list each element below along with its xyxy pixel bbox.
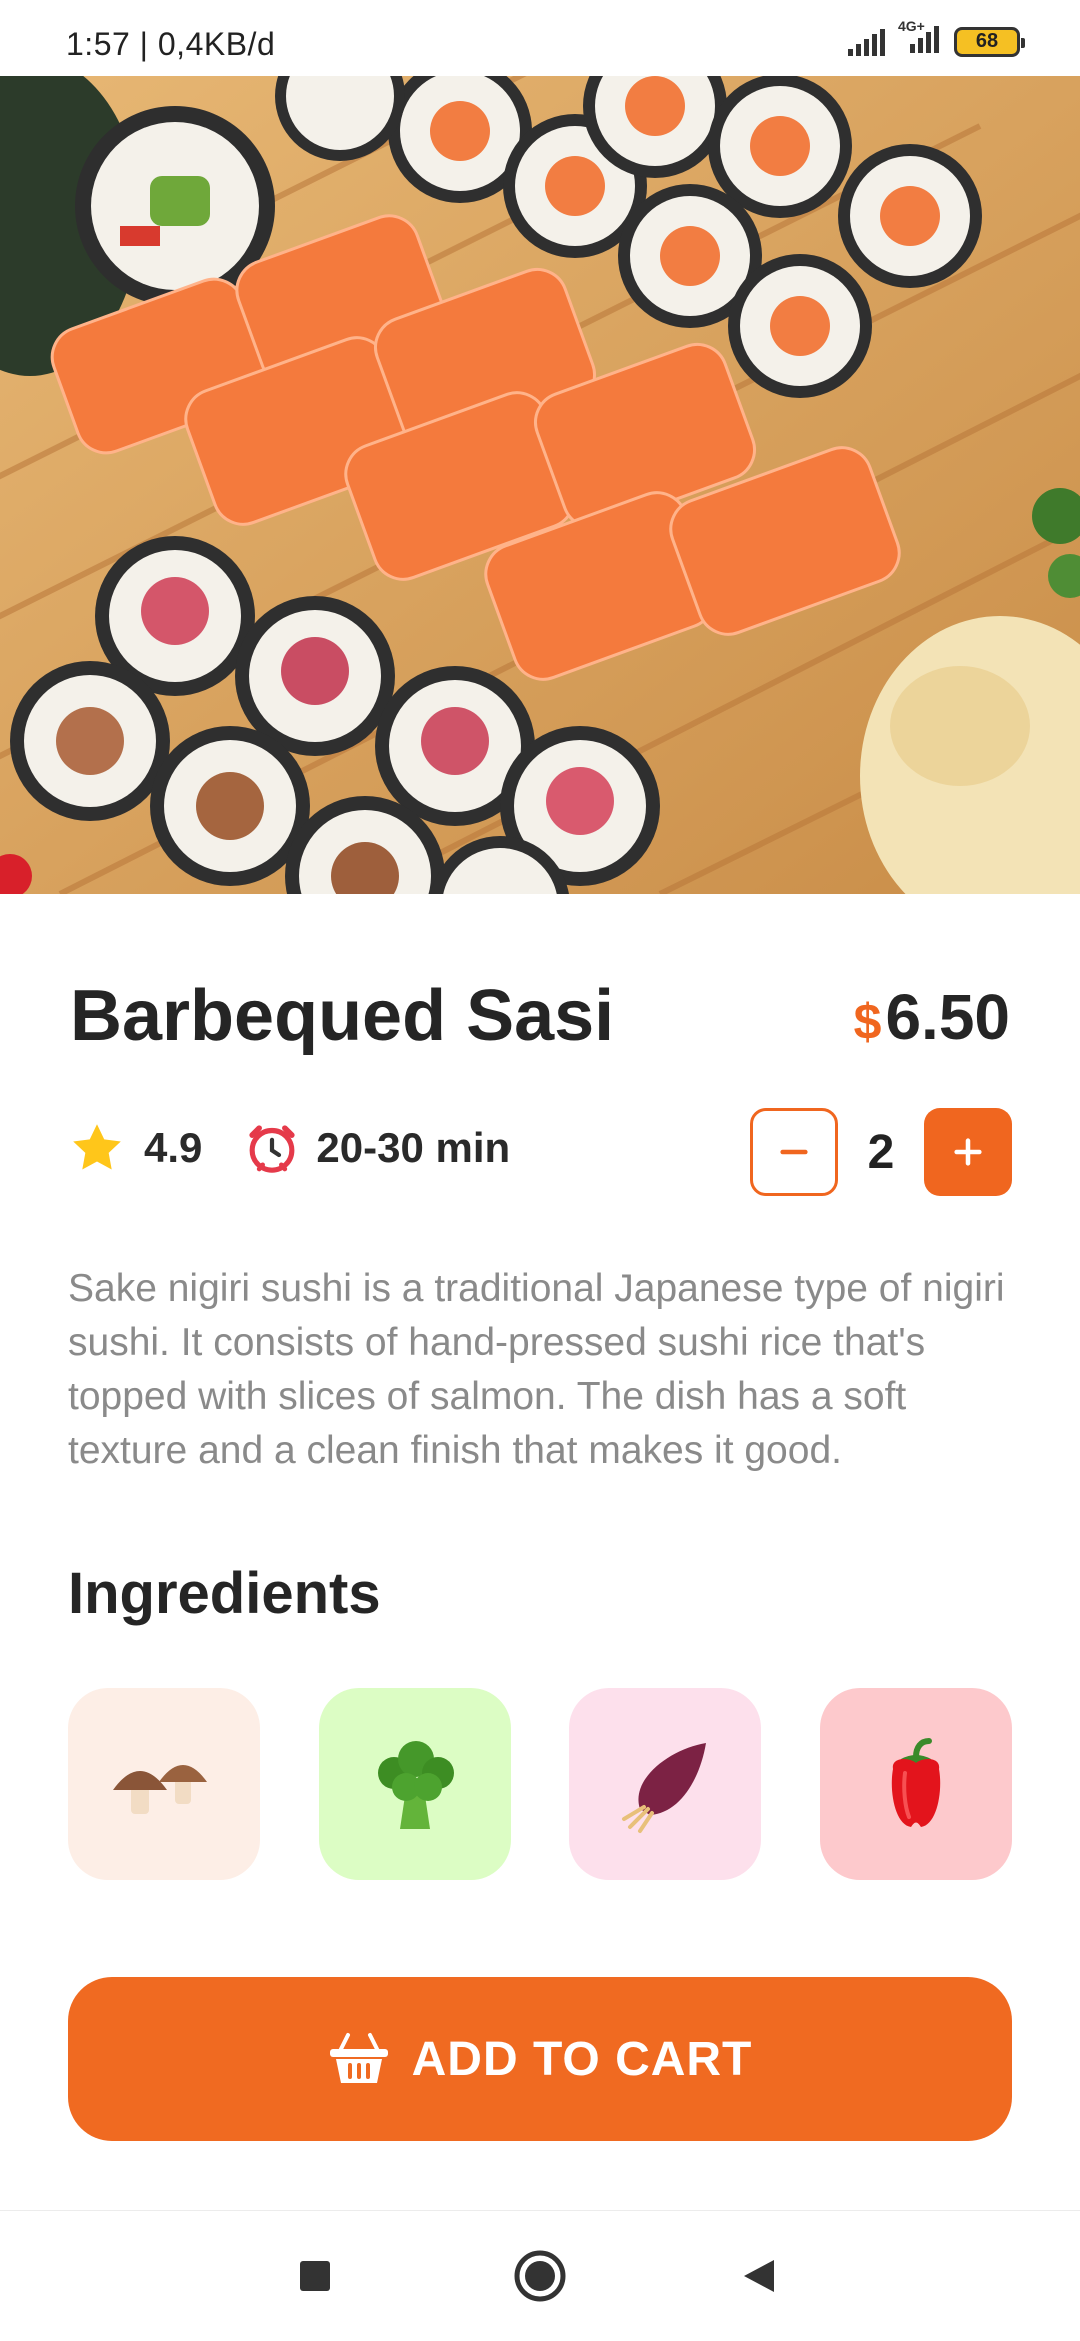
ingredients-heading: Ingredients [68, 1561, 381, 1626]
ingredient-pepper[interactable] [819, 1688, 1012, 1880]
network-type: 4G+ [898, 18, 925, 34]
system-nav-bar [0, 2210, 1080, 2341]
ingredient-mushroom[interactable] [68, 1688, 260, 1880]
plus-icon [954, 1138, 982, 1166]
status-time: 1:57 | 0,4KB/d [66, 26, 276, 62]
home-button[interactable] [480, 2211, 600, 2341]
signal-icon [848, 28, 885, 56]
home-circle-icon [514, 2250, 566, 2302]
delivery-time: 20-30 min [316, 1124, 511, 1171]
star-icon [73, 1124, 121, 1170]
alarm-clock-icon [249, 1125, 296, 1173]
hero-image [0, 76, 1080, 894]
sushi-image [0, 76, 1080, 894]
recent-apps-button[interactable] [255, 2211, 375, 2341]
broccoli-icon [377, 1741, 454, 1829]
back-triangle-icon [744, 2260, 774, 2292]
ingredient-broccoli[interactable] [318, 1688, 511, 1880]
ingredient-onion[interactable] [569, 1688, 762, 1880]
status-bar: 1:57 | 0,4KB/d 4G+ 68 [0, 0, 1080, 76]
product-title: Barbequed Sasi [70, 976, 615, 1056]
status-icons: 4G+ 68 [846, 18, 1025, 59]
ingredients-list [68, 1688, 1012, 1880]
quantity-value: 2 [867, 1125, 895, 1179]
add-to-cart-label: ADD TO CART [411, 2032, 753, 2086]
increase-quantity-button[interactable] [924, 1108, 1012, 1196]
battery-icon: 68 [954, 26, 1025, 57]
product-description: Sake nigiri sushi is a traditional Japan… [68, 1267, 1005, 1472]
square-icon [300, 2261, 330, 2291]
price-value: 6.50 [885, 981, 1010, 1053]
mobile-signal: 4G+ [898, 18, 944, 59]
rating-value: 4.9 [144, 1124, 203, 1171]
onion-icon [622, 1743, 707, 1833]
currency-symbol: $ [853, 994, 882, 1050]
mushroom-icon [113, 1765, 207, 1814]
product-meta: 4.9 20-30 min [68, 1120, 510, 1176]
minus-icon [780, 1149, 808, 1155]
product-price: $ 6.50 [854, 980, 1010, 1054]
back-button[interactable] [700, 2211, 820, 2341]
basket-icon [329, 2033, 388, 2083]
pepper-icon [891, 1738, 941, 1827]
decrease-quantity-button[interactable] [750, 1108, 838, 1196]
quantity-stepper: 2 [750, 1108, 1012, 1196]
add-to-cart-button[interactable]: ADD TO CART [68, 1977, 1012, 2141]
